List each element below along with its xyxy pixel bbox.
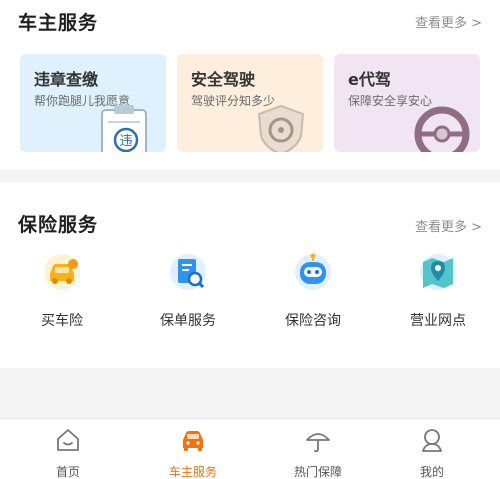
insurance-services-header: 保险服务 查看更多 > — [0, 206, 500, 246]
violation-badge: 违 — [119, 134, 132, 149]
steering-wheel-icon — [414, 106, 470, 152]
card-title: 违章查缴 — [34, 70, 99, 89]
service-label: 保单服务 — [160, 313, 216, 329]
card-e-driver[interactable]: e代驾 保障安全享安心 — [334, 54, 480, 152]
tab-home[interactable]: 首页 — [18, 427, 118, 479]
service-buy-insurance[interactable]: 买车险 — [17, 252, 107, 330]
service-label: 营业网点 — [410, 313, 466, 329]
section-title: 车主服务 — [18, 12, 99, 34]
owner-services-header: 车主服务 查看更多 > — [0, 6, 500, 46]
bottom-tab-bar: 首页 车主服务 热门保障 我的 — [0, 418, 500, 479]
tab-label: 首页 — [55, 465, 80, 479]
robot-consult-icon — [295, 253, 331, 290]
section-divider — [0, 170, 500, 182]
card-safe-driving[interactable]: 安全驾驶 驾驶评分知多少 — [177, 54, 323, 152]
section-title: 保险服务 — [18, 214, 99, 236]
tab-label: 车主服务 — [168, 465, 217, 479]
tab-label: 热门保障 — [293, 465, 342, 479]
car-icon — [183, 431, 203, 451]
map-location-icon — [420, 254, 456, 290]
tab-owner-services[interactable]: 车主服务 — [143, 427, 243, 479]
tab-mine[interactable]: 我的 — [382, 427, 482, 479]
service-label: 买车险 — [41, 313, 83, 329]
car-insurance-icon — [44, 254, 80, 290]
violation-clipboard-icon: 违 — [101, 105, 147, 152]
view-more-link[interactable]: 查看更多 > — [415, 216, 482, 235]
service-outlets[interactable]: 营业网点 — [393, 252, 483, 330]
service-label: 保险咨询 — [285, 313, 341, 329]
service-consult[interactable]: 保险咨询 — [268, 252, 358, 330]
home-icon — [57, 429, 79, 451]
content-spacer — [0, 368, 500, 418]
card-title: e代驾 — [348, 70, 391, 89]
profile-icon — [422, 429, 442, 452]
tab-label: 我的 — [419, 465, 444, 479]
view-more-link[interactable]: 查看更多 > — [415, 12, 482, 31]
umbrella-icon — [306, 433, 330, 453]
tab-hot-coverage[interactable]: 热门保障 — [268, 427, 368, 479]
policy-search-icon — [170, 254, 206, 290]
service-policy[interactable]: 保单服务 — [143, 252, 233, 330]
card-title: 安全驾驶 — [191, 70, 256, 89]
shield-steering-icon — [257, 104, 305, 152]
card-violation[interactable]: 违章查缴 帮你跑腿儿我愿意 违 — [20, 54, 166, 152]
